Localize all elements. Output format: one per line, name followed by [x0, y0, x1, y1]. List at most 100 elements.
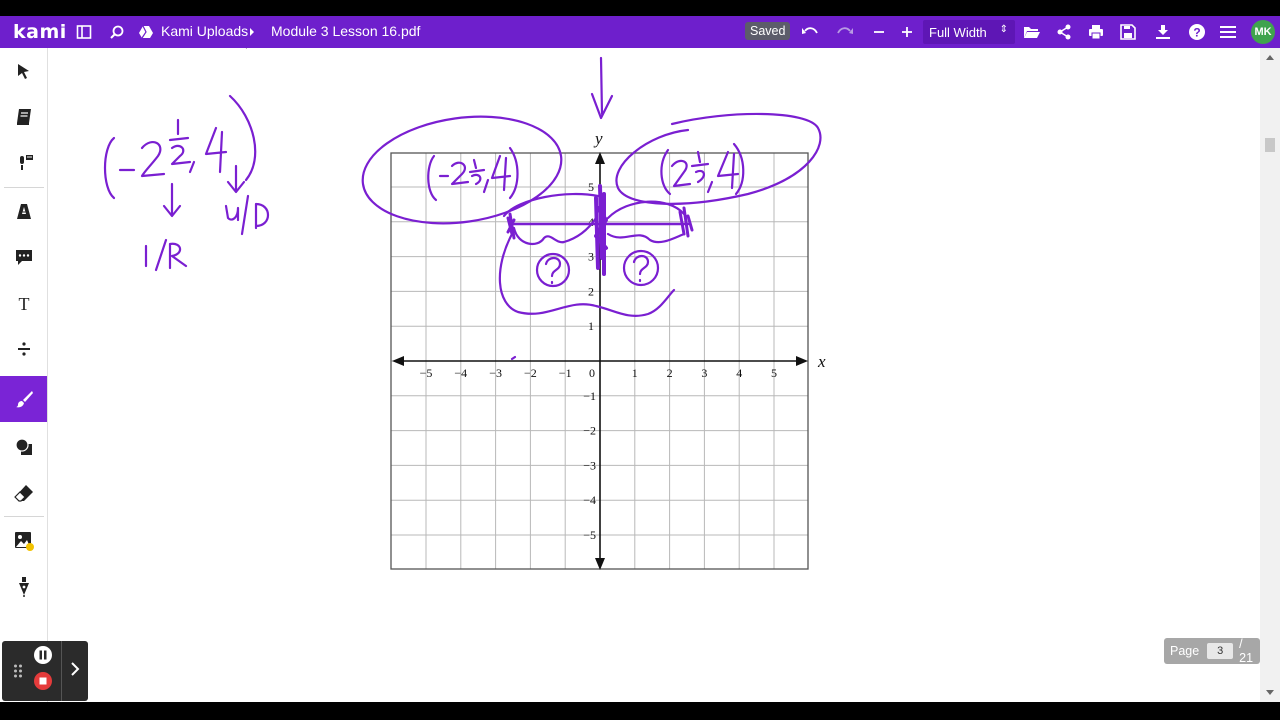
share-icon[interactable] — [1052, 20, 1076, 44]
drag-handle-icon[interactable] — [13, 663, 23, 679]
add-media-tool-button[interactable] — [0, 518, 47, 564]
x-tick-labels: −5 −4 −3 −2 −1 0 1 2 3 4 5 — [420, 366, 777, 380]
text-icon: T — [18, 294, 29, 312]
page-counter-label: Page — [1170, 644, 1200, 658]
breadcrumb-folder[interactable]: Kami Uploads — [161, 23, 248, 39]
comment-tool-button[interactable] — [0, 234, 47, 280]
pause-icon[interactable] — [33, 645, 53, 665]
sidebar-toggle-icon[interactable] — [72, 20, 96, 44]
signature-tool-button[interactable] — [0, 564, 47, 610]
annotation-wave-right — [606, 232, 686, 244]
pdf-page[interactable]: x y −5 −4 −3 −2 −1 0 1 2 3 4 5 5 4 3 2 1 −1 −2 −3 −4 −5 — [48, 48, 1230, 702]
x-tick-label: 1 — [632, 366, 638, 380]
letterbox-top — [0, 0, 1280, 16]
drawing-tool-button[interactable] — [0, 376, 47, 422]
top-toolbar: kami Kami Uploads Module 3 Lesson 16.pdf… — [0, 16, 1280, 48]
drive-icon — [134, 20, 158, 44]
annotation-ellipse-right — [615, 112, 822, 205]
page-total: / 21 — [1239, 637, 1254, 665]
speech-icon — [19, 155, 33, 170]
annotation-question-left — [544, 256, 562, 285]
app-window: kami Kami Uploads Module 3 Lesson 16.pdf… — [0, 0, 1280, 720]
y-tick-label: −2 — [583, 424, 596, 438]
zoom-out-icon[interactable] — [867, 20, 891, 44]
note-close-paren — [228, 94, 257, 182]
breadcrumb-file[interactable]: Module 3 Lesson 16.pdf — [271, 23, 420, 39]
help-icon[interactable]: ? — [1185, 20, 1209, 44]
annotation-question-right — [632, 254, 650, 283]
annotation-y-axis-scribble — [594, 184, 608, 276]
kami-logo[interactable]: kami — [13, 21, 67, 43]
eraser-tool-button[interactable] — [0, 470, 47, 516]
letterbox-bottom — [0, 702, 1280, 720]
highlighter-tool-button[interactable] — [0, 188, 47, 234]
y-axis-bottom-arrow — [595, 558, 605, 570]
download-icon[interactable] — [1151, 20, 1175, 44]
cursor-icon — [17, 64, 29, 79]
select-tool-button[interactable] — [0, 48, 47, 94]
svg-text:?: ? — [1193, 26, 1200, 40]
x-axis-label: x — [817, 352, 826, 371]
zoom-in-icon[interactable] — [895, 20, 919, 44]
dictionary-tool-button[interactable] — [0, 94, 47, 140]
annotation-fraction — [468, 158, 486, 186]
tool-sidebar: T — [0, 48, 48, 702]
annotation-four — [490, 154, 512, 192]
y-tick-label: −5 — [583, 528, 596, 542]
page-number-input[interactable]: 3 — [1207, 643, 1234, 659]
brush-icon — [15, 391, 33, 408]
redo-icon[interactable] — [833, 20, 857, 44]
scrollbar-thumb[interactable] — [1265, 138, 1275, 152]
highlighter-icon — [16, 204, 31, 219]
shapes-tool-button[interactable] — [0, 424, 47, 470]
x-tick-label: −2 — [524, 366, 537, 380]
annotation-r-two — [670, 159, 692, 188]
svg-text:T: T — [18, 294, 29, 312]
note-ud — [224, 194, 270, 236]
user-avatar[interactable]: MK — [1251, 20, 1275, 44]
print-icon[interactable] — [1084, 20, 1108, 44]
folder-open-icon[interactable] — [1020, 20, 1044, 44]
vertical-scrollbar[interactable] — [1260, 48, 1280, 702]
scroll-up-icon[interactable] — [1260, 48, 1280, 68]
y-tick-label: 5 — [588, 180, 594, 194]
note-lr — [144, 238, 188, 272]
annotation-blob — [498, 232, 676, 317]
annotation-stray-mark — [510, 355, 517, 361]
note-arrow-down-left — [162, 182, 182, 218]
chevron-right-icon[interactable] — [68, 661, 82, 677]
annotation-left-paren — [427, 154, 438, 202]
note-fraction-bar — [168, 136, 190, 142]
x-axis-right-arrow — [796, 356, 808, 366]
text-tool-button[interactable]: T — [0, 280, 47, 326]
x-tick-label: −3 — [489, 366, 502, 380]
undo-icon[interactable] — [798, 20, 822, 44]
x-axis-left-arrow — [392, 356, 404, 366]
x-tick-label: 2 — [667, 366, 673, 380]
search-icon[interactable] — [105, 20, 129, 44]
save-icon[interactable] — [1116, 20, 1140, 44]
text-to-speech-tool-button[interactable] — [0, 140, 47, 186]
x-tick-label: −1 — [559, 366, 572, 380]
y-tick-label: −3 — [583, 458, 596, 472]
select-arrows-icon: ⇕ — [999, 24, 1008, 35]
y-tick-label: 2 — [588, 284, 594, 298]
book-icon — [16, 109, 31, 125]
equation-tool-button[interactable] — [0, 326, 47, 372]
zoom-select[interactable]: Full Width ⇕ — [923, 20, 1015, 44]
annotation-right-paren — [508, 146, 519, 200]
y-axis-label: y — [593, 129, 603, 148]
eraser-icon — [13, 485, 33, 502]
scroll-down-icon[interactable] — [1260, 682, 1280, 702]
stop-icon[interactable] — [33, 671, 53, 691]
note-comma — [188, 160, 196, 174]
y-tick-label: −1 — [583, 389, 596, 403]
menu-icon[interactable] — [1216, 20, 1240, 44]
comment-icon — [15, 250, 32, 265]
note-open-paren — [104, 136, 116, 200]
sidebar-divider — [4, 516, 44, 517]
y-tick-label: 1 — [588, 319, 594, 333]
annotation-ellipse-left — [361, 115, 563, 225]
recorder-divider — [61, 641, 62, 701]
x-tick-label: 3 — [701, 366, 707, 380]
